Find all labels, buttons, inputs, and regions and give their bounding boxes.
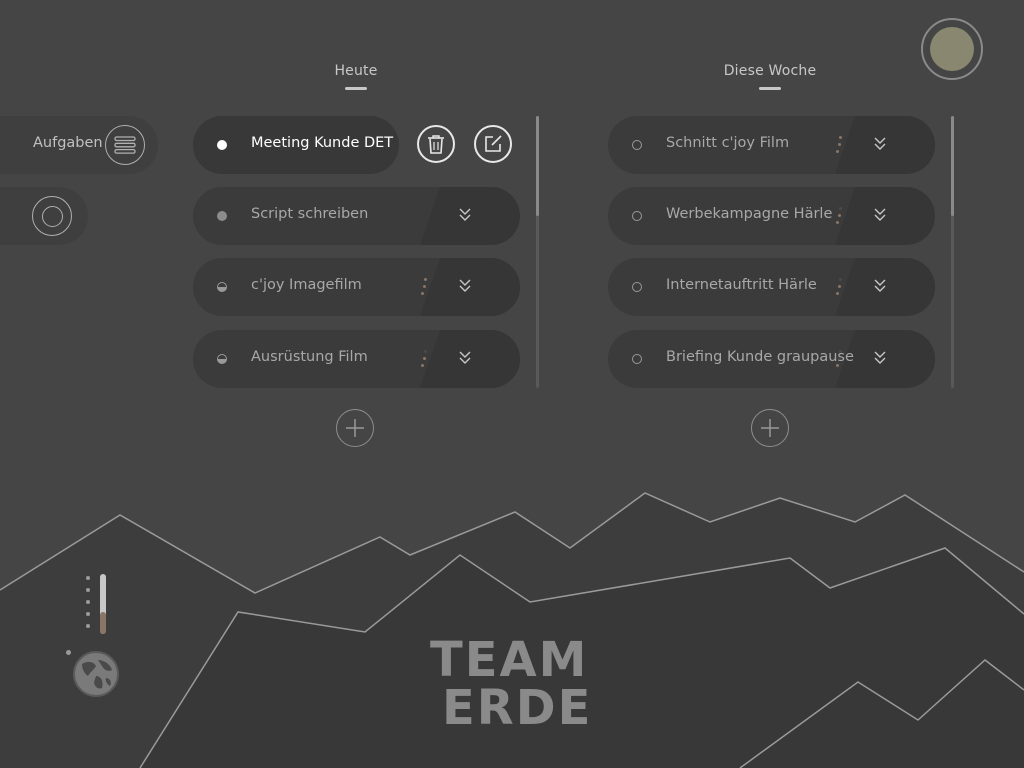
priority-dots-icon[interactable] xyxy=(836,276,842,298)
brand-logo: TEAM ERDE xyxy=(430,636,600,732)
task-item[interactable]: Internetauftritt Härle xyxy=(608,258,935,316)
priority-dots-icon[interactable] xyxy=(836,205,842,227)
task-label: c'joy Imagefilm xyxy=(251,277,362,293)
column-title-today: Heute xyxy=(334,63,378,79)
chevron-down-icon[interactable] xyxy=(456,204,474,226)
globe-icon[interactable] xyxy=(72,650,120,698)
scrollbar-today[interactable] xyxy=(536,116,539,388)
task-label: Schnitt c'joy Film xyxy=(666,135,790,151)
column-title-week: Diese Woche xyxy=(723,63,817,79)
status-dot-icon xyxy=(217,140,227,150)
sidebar-menu-pill[interactable]: Aufgaben xyxy=(0,116,158,174)
task-label: Werbekampagne Härle xyxy=(666,206,833,222)
task-item[interactable]: Schnitt c'joy Film xyxy=(608,116,935,174)
chevron-down-icon[interactable] xyxy=(871,133,889,155)
status-ring-icon xyxy=(632,282,642,292)
task-item[interactable]: Script schreiben xyxy=(193,187,520,245)
status-half-icon xyxy=(217,282,227,292)
header-underline xyxy=(759,87,781,90)
priority-dots-icon[interactable] xyxy=(836,348,842,370)
task-item-active[interactable]: Meeting Kunde DET xyxy=(193,116,399,174)
add-task-today-button[interactable] xyxy=(336,409,374,447)
task-item[interactable]: Werbekampagne Härle xyxy=(608,187,935,245)
slider-track[interactable] xyxy=(100,574,106,634)
hamburger-icon[interactable] xyxy=(105,125,145,165)
scrollbar-thumb[interactable] xyxy=(536,116,539,216)
level-dot xyxy=(86,576,90,580)
priority-dots-icon[interactable] xyxy=(421,276,427,298)
task-item[interactable]: Briefing Kunde graupause xyxy=(608,330,935,388)
status-ring-icon xyxy=(632,140,642,150)
status-ring-icon xyxy=(632,211,642,221)
profile-button[interactable] xyxy=(921,18,983,80)
level-dot xyxy=(86,600,90,604)
task-label: Script schreiben xyxy=(251,206,369,222)
task-label: Meeting Kunde DET xyxy=(251,135,394,151)
brand-line-2: ERDE xyxy=(442,680,593,736)
priority-dots-icon[interactable] xyxy=(421,348,427,370)
task-label: Briefing Kunde graupause xyxy=(666,349,854,365)
task-label: Internetauftritt Härle xyxy=(666,277,817,293)
level-dot xyxy=(86,612,90,616)
header-underline xyxy=(345,87,367,90)
profile-avatar xyxy=(930,27,974,71)
sidebar-target-pill[interactable] xyxy=(0,187,88,245)
chevron-down-icon[interactable] xyxy=(871,347,889,369)
trash-icon[interactable] xyxy=(417,125,455,163)
scrollbar-week[interactable] xyxy=(951,116,954,388)
task-item[interactable]: c'joy Imagefilm xyxy=(193,258,520,316)
chevron-down-icon[interactable] xyxy=(456,275,474,297)
chevron-down-icon[interactable] xyxy=(871,204,889,226)
scrollbar-thumb[interactable] xyxy=(951,116,954,216)
status-dot-icon xyxy=(217,211,227,221)
level-slider[interactable] xyxy=(84,574,110,636)
globe-dot xyxy=(66,650,71,655)
column-header-week: Diese Woche xyxy=(700,63,840,90)
status-ring-icon xyxy=(632,354,642,364)
priority-dots-icon[interactable] xyxy=(836,134,842,156)
edit-icon[interactable] xyxy=(474,125,512,163)
level-dot xyxy=(86,624,90,628)
target-icon[interactable] xyxy=(32,196,72,236)
sidebar-menu-label: Aufgaben xyxy=(33,135,103,151)
level-dot xyxy=(86,588,90,592)
brand-line-1: TEAM xyxy=(430,632,589,688)
task-label: Ausrüstung Film xyxy=(251,349,368,365)
task-item[interactable]: Ausrüstung Film xyxy=(193,330,520,388)
status-half-icon xyxy=(217,354,227,364)
slider-fill xyxy=(100,612,106,634)
chevron-down-icon[interactable] xyxy=(871,275,889,297)
chevron-down-icon[interactable] xyxy=(456,347,474,369)
column-header-today: Heute xyxy=(286,63,426,90)
add-task-week-button[interactable] xyxy=(751,409,789,447)
